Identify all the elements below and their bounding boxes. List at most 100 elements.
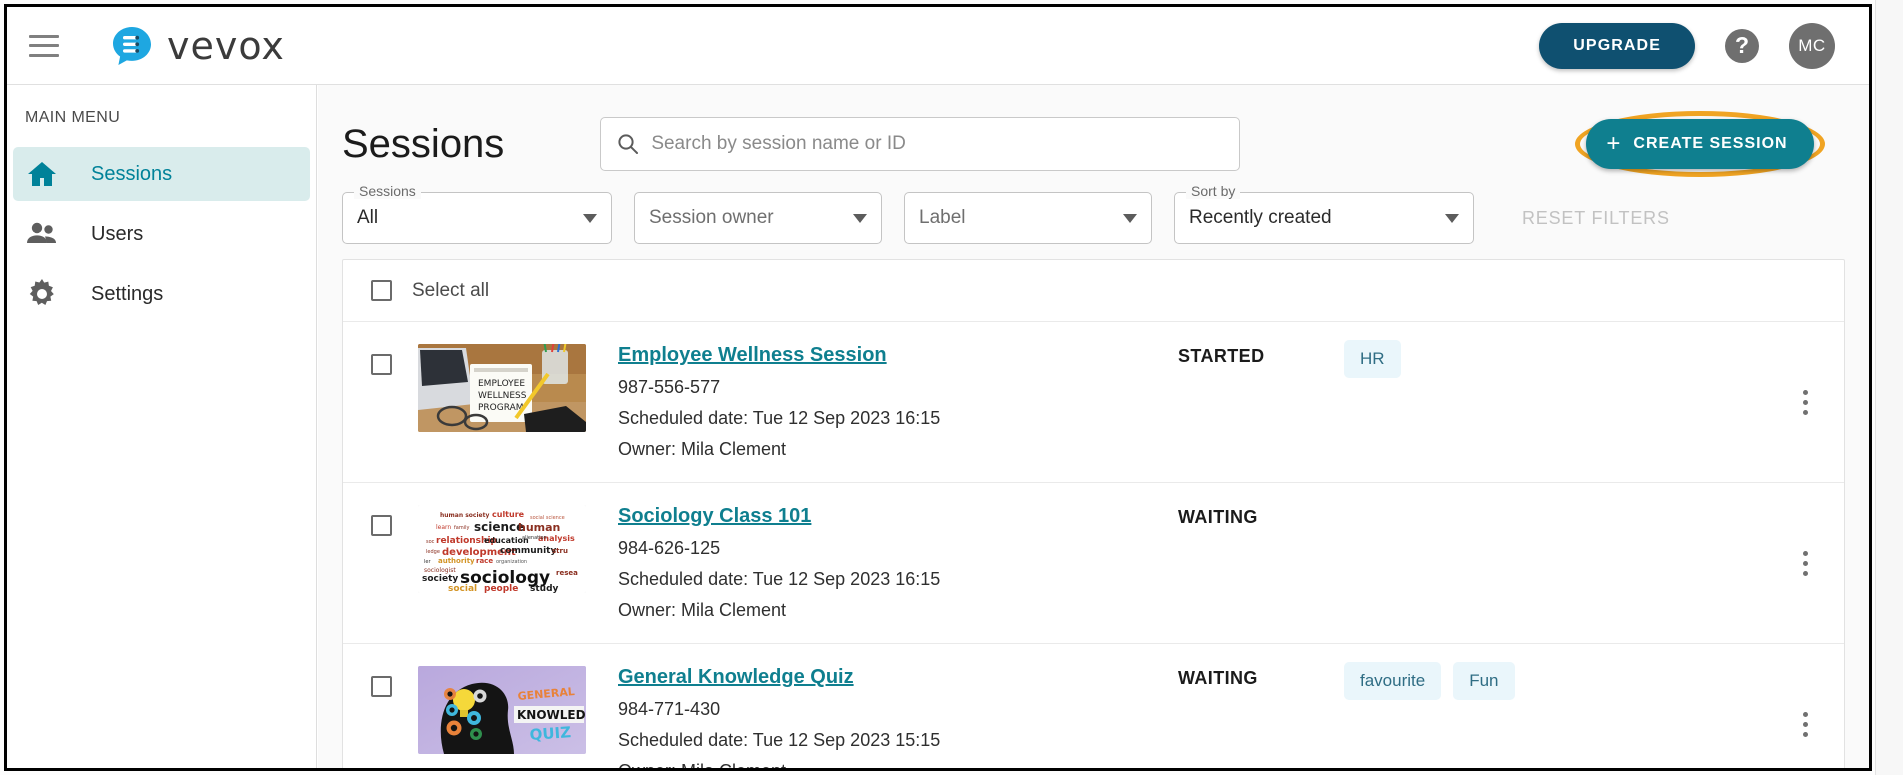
page-title: Sessions [342,121,505,166]
row-menu-icon[interactable] [1792,387,1818,417]
sidebar-item-label: Settings [91,282,164,305]
status-badge: WAITING [1178,507,1258,527]
svg-text:human: human [518,521,560,534]
sidebar-section-label: MAIN MENU [25,109,121,126]
plus-icon: + [1606,130,1622,157]
svg-text:stru: stru [552,547,568,555]
svg-text:learn: learn [436,524,451,531]
session-thumbnail: GENERAL KNOWLEDGE QUIZ [418,666,586,754]
label-filter[interactable]: Label [904,192,1152,244]
sort-by-filter[interactable]: Sort by Recently created [1174,183,1474,244]
top-bar-actions: UPGRADE ? MC [1539,22,1835,69]
kebab-dot [1802,550,1808,556]
label-chip[interactable]: Fun [1453,662,1515,700]
search-icon [618,134,639,154]
sidebar-item-users[interactable]: Users [13,207,310,261]
session-owner: Owner: Mila Clement [618,600,787,620]
row-checkbox[interactable] [371,676,392,697]
chevron-down-icon [1445,213,1459,223]
session-owner: Owner: Mila Clement [618,761,787,771]
vevox-bubble-icon [113,26,151,65]
select-all-checkbox[interactable] [371,280,392,301]
svg-text:human society: human society [440,512,489,519]
browser-viewport: vevox UPGRADE ? MC MAIN MENU Sessions Us… [4,4,1872,771]
home-icon [25,157,59,191]
session-thumbnail: human society culture social science lea… [418,505,586,593]
filter-bar: Sessions All Session owner Label Sort by… [318,183,1869,253]
sessions-list-panel: Select all EMPLOYEE WELLNESS PROGRAM Emp… [342,259,1845,771]
label-chip[interactable]: favourite [1344,662,1442,700]
upgrade-button[interactable]: UPGRADE [1539,22,1695,69]
kebab-dot [1802,409,1808,415]
session-info: General Knowledge Quiz 984-771-430 Sched… [618,666,1178,771]
table-row[interactable]: EMPLOYEE WELLNESS PROGRAM Employee Welln… [343,322,1844,483]
label-chip[interactable]: HR [1344,340,1401,378]
svg-text:sociologist: sociologist [424,567,456,574]
svg-text:community: community [500,546,556,556]
sidebar-item-label: Sessions [91,162,173,185]
chevron-down-icon [583,213,597,223]
page-header: Sessions + CREATE SESSION [318,85,1869,181]
session-name-link[interactable]: Employee Wellness Session [618,344,887,367]
hamburger-menu-icon[interactable] [29,34,59,57]
svg-text:PROGRAM: PROGRAM [478,403,524,413]
reset-filters-button[interactable]: RESET FILTERS [1522,208,1670,229]
session-owner-filter-placeholder: Session owner [649,207,774,228]
svg-text:race: race [476,557,493,565]
session-name-link[interactable]: General Knowledge Quiz [618,666,854,689]
sort-by-filter-label: Sort by [1186,183,1241,199]
kebab-dot [1802,560,1808,566]
svg-text:social: social [448,584,477,593]
help-icon[interactable]: ? [1725,28,1759,63]
row-checkbox[interactable] [371,354,392,375]
session-owner-filter[interactable]: Session owner [634,192,882,244]
session-labels: favourite Fun [1344,662,1515,700]
outer-page-strip [1875,0,1903,775]
session-name-link[interactable]: Sociology Class 101 [618,505,811,528]
status-badge: WAITING [1178,668,1258,688]
create-session-button[interactable]: + CREATE SESSION [1586,119,1814,169]
sociology-word-cloud-thumbnail-image: human society culture social science lea… [418,505,586,593]
session-id: 987-556-577 [618,377,721,397]
sidebar: MAIN MENU Sessions Users Settings [7,85,317,768]
kebab-dot [1802,731,1808,737]
search-input[interactable] [651,133,1224,155]
label-filter-placeholder: Label [919,207,966,228]
svg-text:ler: ler [424,559,431,565]
table-row[interactable]: human society culture social science lea… [343,483,1844,644]
session-id: 984-771-430 [618,699,721,719]
svg-text:society: society [422,574,458,584]
hamburger-bar [29,44,59,47]
svg-text:WELLNESS: WELLNESS [478,391,527,401]
svg-text:people: people [484,584,518,593]
sidebar-item-sessions[interactable]: Sessions [13,147,310,201]
sidebar-item-settings[interactable]: Settings [13,267,310,321]
row-menu-icon[interactable] [1792,709,1818,739]
kebab-dot [1802,721,1808,727]
session-scheduled-date: Scheduled date: Tue 12 Sep 2023 15:15 [618,730,941,750]
session-scheduled-date: Scheduled date: Tue 12 Sep 2023 16:15 [618,408,941,428]
table-row[interactable]: GENERAL KNOWLEDGE QUIZ General Knowledge… [343,644,1844,771]
svg-text:culture: culture [492,510,525,519]
sessions-filter-label: Sessions [354,183,421,199]
general-knowledge-quiz-thumbnail-image: GENERAL KNOWLEDGE QUIZ [418,666,586,754]
avatar[interactable]: MC [1789,22,1835,69]
svg-text:resea: resea [556,569,578,577]
brand-logo[interactable]: vevox [111,24,285,68]
create-session-label: CREATE SESSION [1633,135,1788,152]
create-session-area: + CREATE SESSION [1575,109,1825,179]
session-thumbnail: EMPLOYEE WELLNESS PROGRAM [418,344,586,432]
kebab-dot [1802,570,1808,576]
search-box[interactable] [600,117,1241,171]
sessions-filter[interactable]: Sessions All [342,183,612,244]
screenshot-frame: vevox UPGRADE ? MC MAIN MENU Sessions Us… [0,0,1903,775]
employee-wellness-thumbnail-image: EMPLOYEE WELLNESS PROGRAM [418,344,586,432]
svg-text:soc: soc [426,539,435,545]
session-info: Employee Wellness Session 987-556-577 Sc… [618,344,1178,460]
svg-text:ledge: ledge [426,549,440,555]
row-checkbox[interactable] [371,515,392,536]
svg-text:authority: authority [438,557,475,565]
select-all-row: Select all [343,260,1844,322]
brand-name: vevox [167,23,285,68]
row-menu-icon[interactable] [1792,548,1818,578]
